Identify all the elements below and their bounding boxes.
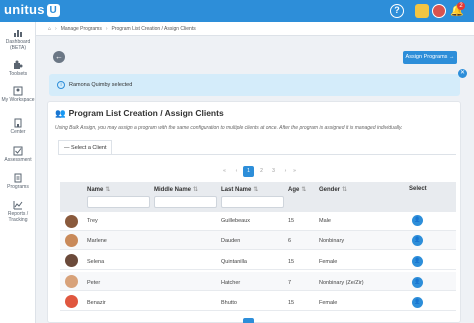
table-row[interactable]	[60, 272, 456, 291]
tab-select-client[interactable]: — Select a Client	[58, 140, 112, 154]
breadcrumb-item-current: Program List Creation / Assign Clients	[111, 26, 196, 32]
avatar	[65, 275, 78, 288]
select-client-button[interactable]: 👤	[412, 277, 423, 288]
sidebar-label: My Workspace	[1, 97, 35, 103]
column-header-gender[interactable]: Gender ⇅	[319, 186, 347, 193]
sidebar-item-toolsets[interactable]: Toolsets	[0, 60, 36, 77]
avatar	[65, 234, 78, 247]
sidebar-item-center[interactable]: Center	[0, 118, 36, 135]
cell-gender: Male	[319, 218, 331, 224]
selection-alert: i Ramona Quimby selected	[49, 74, 460, 96]
sort-icon[interactable]: ⇅	[193, 187, 198, 193]
sort-icon[interactable]: ⇅	[253, 187, 258, 193]
page-description: Using Bulk Assign, you may assign a prog…	[55, 125, 403, 131]
middle-name-filter-input[interactable]	[154, 196, 217, 208]
cell-name: Selena	[87, 259, 105, 265]
sidebar-item-workspace[interactable]: My Workspace	[0, 86, 36, 103]
chart-icon	[14, 30, 22, 37]
sort-icon[interactable]: ⇅	[342, 187, 347, 193]
select-client-button[interactable]: 👤	[412, 215, 423, 226]
page-button[interactable]: 2	[256, 166, 267, 177]
name-filter-input[interactable]	[87, 196, 150, 208]
sidebar-item-dashboard[interactable]: Dashboard (BETA)	[0, 28, 36, 51]
sort-icon[interactable]: ⇅	[105, 187, 110, 193]
alert-message: Ramona Quimby selected	[69, 82, 133, 88]
prev-page-button[interactable]: ‹	[231, 166, 242, 177]
table-row[interactable]	[60, 251, 456, 270]
first-page-button[interactable]: «	[219, 166, 230, 177]
sidebar-label: Center	[10, 129, 26, 135]
select-client-button[interactable]: 👤	[412, 235, 423, 246]
app-switcher-avatar[interactable]	[415, 4, 429, 18]
column-header-name[interactable]: Name ⇅	[87, 186, 110, 193]
cell-name: Benazir	[87, 300, 106, 306]
column-header-middle[interactable]: Middle Name ⇅	[154, 186, 198, 193]
cell-last: Bhutto	[221, 300, 237, 306]
info-icon: i	[57, 81, 65, 89]
page-title: 👥 Program List Creation / Assign Clients	[55, 108, 224, 118]
cell-age: 6	[288, 238, 292, 244]
sidebar-item-reports[interactable]: Reports / Tracking	[0, 200, 36, 223]
cell-last: Quintanilla	[221, 259, 247, 265]
home-icon[interactable]: ⌂	[48, 26, 51, 32]
checkbox-icon	[13, 146, 23, 156]
notification-badge: 2	[457, 2, 465, 10]
cell-name: Peter	[87, 280, 101, 286]
puzzle-icon	[14, 60, 23, 69]
tab-divider	[58, 154, 456, 155]
assign-programs-button[interactable]: Assign Programs →	[403, 51, 457, 64]
avatar	[65, 295, 78, 308]
user-avatar[interactable]	[432, 4, 446, 18]
sidebar-label: Assessment	[4, 157, 32, 163]
cell-age: 7	[288, 280, 292, 286]
person-icon	[13, 86, 23, 96]
select-client-button[interactable]: 👤	[412, 256, 423, 267]
help-icon[interactable]: ?	[390, 4, 404, 18]
people-icon: 👥	[55, 108, 66, 118]
pagination: « ‹ 1 2 3 › »	[219, 166, 299, 177]
sidebar-label: Toolsets	[8, 71, 28, 77]
cell-last: Hatcher	[221, 280, 241, 286]
breadcrumb-item[interactable]: Manage Programs	[61, 26, 102, 32]
sidebar-item-assessment[interactable]: Assessment	[0, 146, 36, 163]
cell-name: Marlene	[87, 238, 107, 244]
column-header-last[interactable]: Last Name ⇅	[221, 186, 258, 193]
sidebar-item-programs[interactable]: Programs	[0, 173, 36, 190]
close-icon[interactable]: ✕	[458, 69, 467, 78]
last-name-filter-input[interactable]	[221, 196, 284, 208]
cell-last: Guillebeaux	[221, 218, 251, 224]
sort-icon[interactable]: ⇅	[301, 187, 306, 193]
cell-gender: Female	[319, 259, 338, 265]
avatar	[65, 254, 78, 267]
select-client-button[interactable]: 👤	[412, 297, 423, 308]
last-page-button[interactable]: »	[289, 166, 300, 177]
column-header-age[interactable]: Age ⇅	[288, 186, 306, 193]
cell-gender: Nonbinary (Ze/Zir)	[319, 280, 364, 286]
table-row[interactable]	[60, 212, 456, 231]
sidebar-label: Reports / Tracking	[7, 211, 29, 223]
sidebar-label: Dashboard (BETA)	[5, 39, 31, 51]
logo-mark: U	[46, 4, 60, 17]
back-button[interactable]: ←	[53, 51, 65, 63]
table-row[interactable]	[60, 231, 456, 250]
cell-age: 15	[288, 259, 295, 265]
breadcrumb: ⌂ › Manage Programs › Program List Creation …	[36, 22, 474, 36]
cell-age: 15	[288, 300, 295, 306]
app-logo[interactable]: unitus U	[4, 2, 60, 17]
cell-name: Trey	[87, 218, 98, 224]
sidebar-label: Programs	[7, 184, 29, 190]
cell-gender: Female	[319, 300, 338, 306]
table-row[interactable]	[60, 292, 456, 311]
document-icon	[14, 173, 22, 183]
building-icon	[14, 118, 22, 128]
page-button[interactable]: 3	[268, 166, 279, 177]
page-button-active[interactable]: 1	[243, 166, 254, 177]
avatar	[65, 215, 78, 228]
line-chart-icon	[13, 201, 23, 210]
cell-gender: Nonbinary	[319, 238, 345, 244]
column-header-select: Select	[409, 186, 427, 192]
cell-age: 15	[288, 218, 295, 224]
cell-last: Dauden	[221, 238, 241, 244]
bottom-pagination[interactable]	[243, 318, 254, 323]
